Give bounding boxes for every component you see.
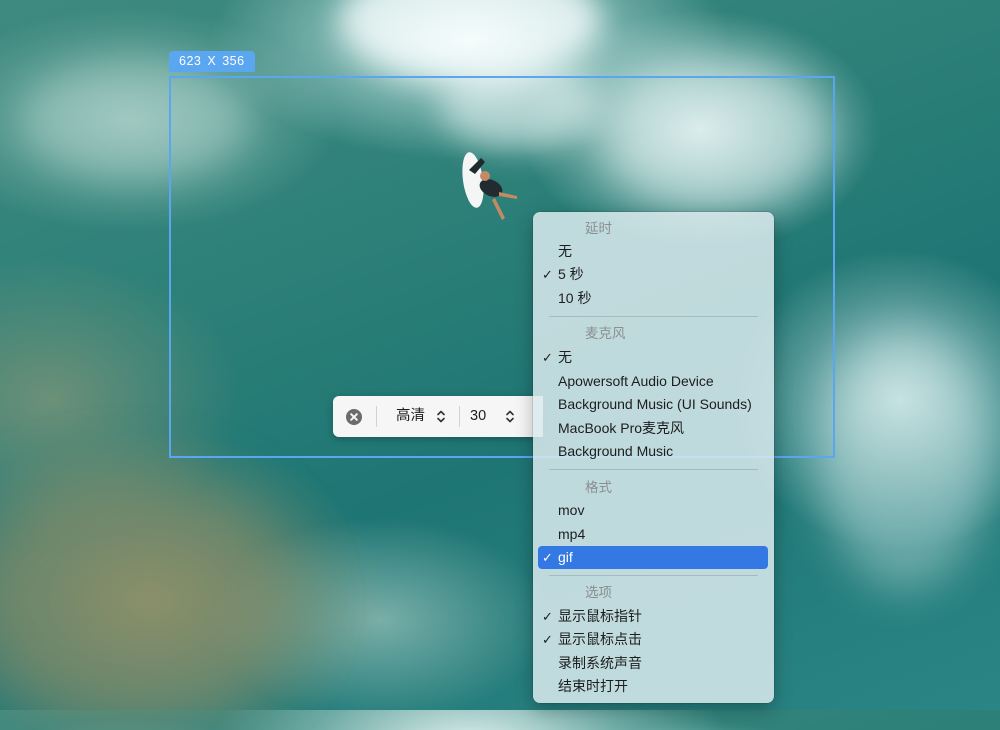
- checkmark-icon: ✓: [542, 609, 553, 624]
- menu-item-mic-bgmusic[interactable]: Background Music: [533, 440, 774, 463]
- menu-separator: [549, 575, 758, 576]
- menu-item-mic-apowersoft[interactable]: Apowersoft Audio Device: [533, 370, 774, 393]
- menu-separator: [549, 469, 758, 470]
- menu-item-delay-none[interactable]: 无: [533, 240, 774, 263]
- menu-item-format-mov[interactable]: mov: [533, 499, 774, 522]
- checkmark-icon: ✓: [542, 632, 553, 647]
- menu-item-format-gif[interactable]: ✓ gif: [538, 546, 768, 569]
- toolbar-divider: [376, 406, 377, 427]
- menu-header-microphone: 麦克风: [585, 326, 626, 341]
- selection-width: 623: [179, 54, 202, 68]
- wave-foam: [820, 330, 990, 590]
- menu-separator: [549, 316, 758, 317]
- options-menu: 延时 无 ✓ 5 秒 10 秒 麦克风 ✓ 无 Apowersoft Audio D…: [533, 212, 774, 703]
- menu-item-open-on-finish[interactable]: 结束时打开: [533, 675, 774, 698]
- menu-header-delay: 延时: [585, 221, 612, 236]
- menu-header-format: 格式: [585, 480, 612, 495]
- menu-header-options: 选项: [585, 585, 612, 600]
- menu-item-show-clicks[interactable]: ✓ 显示鼠标点击: [533, 628, 774, 651]
- checkmark-icon: ✓: [542, 267, 553, 282]
- checkmark-icon: ✓: [542, 350, 553, 365]
- fps-select[interactable]: 30: [470, 396, 486, 437]
- quality-select[interactable]: 高清: [396, 396, 425, 437]
- size-badge: 623 X 356: [169, 51, 255, 72]
- selection-height: 356: [222, 54, 245, 68]
- sandy-shallows: [0, 470, 300, 730]
- menu-item-delay-10s[interactable]: 10 秒: [533, 287, 774, 310]
- menu-item-record-system-audio[interactable]: 录制系统声音: [533, 652, 774, 675]
- menu-item-mic-none[interactable]: ✓ 无: [533, 346, 774, 369]
- fps-updown-icon[interactable]: [505, 409, 515, 424]
- menu-item-show-cursor[interactable]: ✓ 显示鼠标指针: [533, 605, 774, 628]
- menu-item-mic-macbook[interactable]: MacBook Pro麦克风: [533, 417, 774, 440]
- recording-toolbar: 高清 30: [333, 396, 543, 437]
- quality-updown-icon[interactable]: [436, 409, 446, 424]
- menu-item-delay-5s[interactable]: ✓ 5 秒: [533, 263, 774, 286]
- checkmark-icon: ✓: [542, 550, 553, 565]
- wave-foam: [340, 0, 600, 80]
- dimension-separator: X: [207, 54, 217, 68]
- menu-item-format-mp4[interactable]: mp4: [533, 523, 774, 546]
- close-icon[interactable]: [346, 409, 362, 425]
- toolbar-divider: [459, 406, 460, 427]
- menu-item-mic-bgmusic-ui[interactable]: Background Music (UI Sounds): [533, 393, 774, 416]
